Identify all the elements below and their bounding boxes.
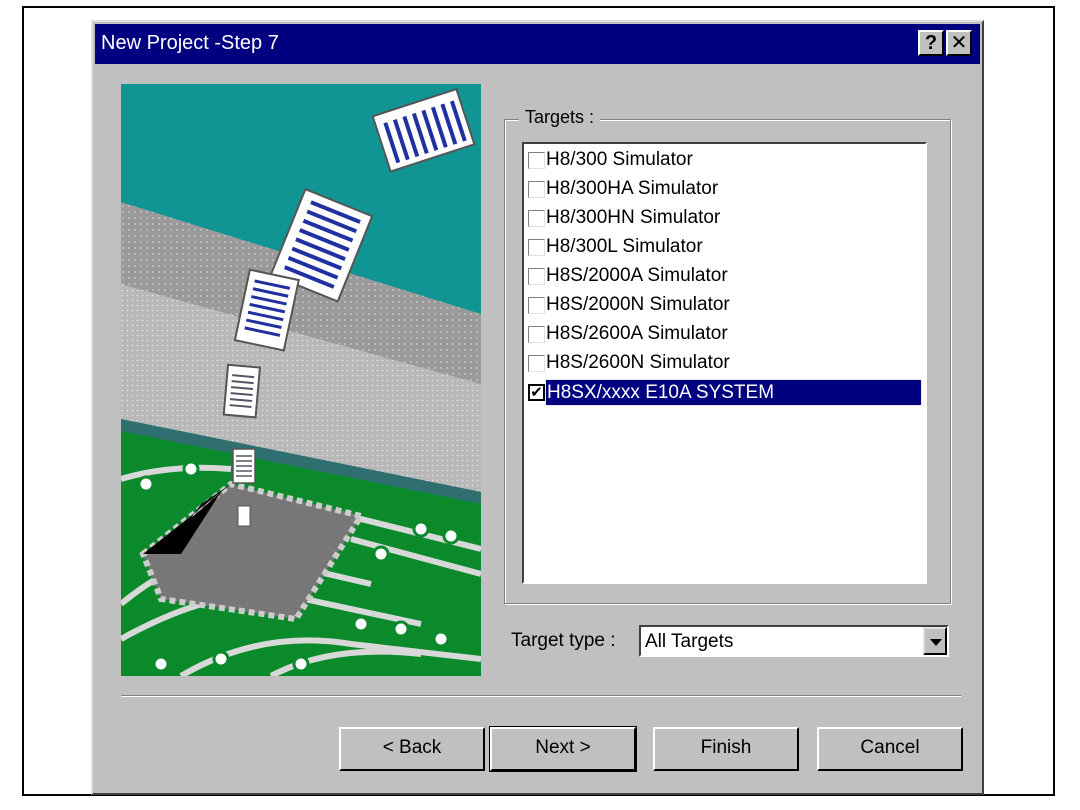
back-button[interactable]: < Back	[339, 727, 485, 771]
target-label: H8/300HN Simulator	[546, 207, 721, 228]
help-button[interactable]: ?	[918, 30, 944, 56]
target-checkbox[interactable]	[528, 181, 545, 198]
target-item-h8-300[interactable]: H8/300 Simulator	[526, 146, 923, 175]
new-project-dialog: New Project -Step 7 ? ✕ Targets: H8/300…	[91, 20, 984, 795]
target-label: H8S/2600N Simulator	[546, 352, 730, 373]
target-type-value: All Targets	[645, 631, 734, 652]
target-item-h8s-2000a[interactable]: H8S/2000A Simulator	[526, 262, 923, 291]
cancel-button[interactable]: Cancel	[817, 727, 963, 771]
wizard-illustration-art	[121, 84, 481, 676]
target-label: H8SX/xxxx E10A SYSTEM	[545, 379, 922, 406]
dropdown-button[interactable]	[923, 627, 947, 655]
target-item-h8-300hn[interactable]: H8/300HN Simulator	[526, 204, 923, 233]
target-label: H8S/2600A Simulator	[546, 323, 728, 344]
target-item-h8s-2600n[interactable]: H8S/2600N Simulator	[526, 349, 923, 378]
target-checkbox[interactable]	[528, 297, 545, 314]
target-label: H8/300L Simulator	[546, 236, 703, 257]
target-item-h8sx-e10a[interactable]: ✔ H8SX/xxxx E10A SYSTEM	[526, 378, 923, 407]
target-item-h8s-2000n[interactable]: H8S/2000N Simulator	[526, 291, 923, 320]
target-checkbox[interactable]	[528, 355, 545, 372]
chevron-down-icon	[930, 639, 942, 646]
target-item-h8s-2600a[interactable]: H8S/2600A Simulator	[526, 320, 923, 349]
targets-label: Targets :	[519, 107, 601, 128]
title-bar[interactable]: New Project -Step 7 ? ✕	[95, 24, 980, 64]
next-button[interactable]: Next >	[489, 726, 637, 772]
target-label: H8S/2000A Simulator	[546, 265, 728, 286]
finish-button[interactable]: Finish	[653, 727, 799, 771]
target-checkbox[interactable]: ✔	[528, 384, 545, 401]
target-type-select[interactable]: All Targets	[639, 625, 949, 657]
target-item-h8-300ha[interactable]: H8/300HA Simulator	[526, 175, 923, 204]
target-type-label: Target type :	[511, 630, 616, 651]
target-checkbox[interactable]	[528, 239, 545, 256]
wizard-illustration	[121, 84, 481, 676]
target-label: H8S/2000N Simulator	[546, 294, 730, 315]
target-checkbox[interactable]	[528, 210, 545, 227]
dialog-title: New Project -Step 7	[101, 32, 279, 54]
separator	[121, 695, 961, 697]
target-item-h8-300l[interactable]: H8/300L Simulator	[526, 233, 923, 262]
targets-listbox[interactable]: H8/300 Simulator H8/300HA Simulator H8/3…	[522, 142, 927, 584]
target-checkbox[interactable]	[528, 152, 545, 169]
target-label: H8/300HA Simulator	[546, 178, 719, 199]
target-checkbox[interactable]	[528, 326, 545, 343]
close-button[interactable]: ✕	[946, 30, 972, 56]
target-label: H8/300 Simulator	[546, 149, 693, 170]
target-checkbox[interactable]	[528, 268, 545, 285]
